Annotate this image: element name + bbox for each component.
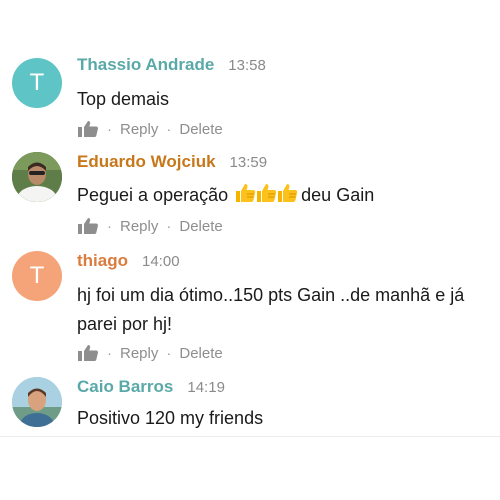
comment-actions: · Reply · Delete — [77, 343, 223, 363]
delete-button[interactable]: Delete — [179, 121, 222, 138]
comment-actions: · Reply · Delete — [77, 216, 223, 236]
reply-button[interactable]: Reply — [120, 345, 158, 362]
like-icon[interactable] — [77, 344, 99, 362]
comment-header: Caio Barros 14:19 — [77, 377, 225, 397]
timestamp: 14:00 — [142, 253, 180, 270]
comment-text: Top demais — [77, 89, 170, 109]
thumbs-up-icon — [278, 184, 298, 202]
comment-actions: · Reply · Delete — [77, 119, 223, 139]
comment-list: T Thassio Andrade 13:58 Top demais · Repl… — [0, 0, 500, 500]
like-icon[interactable] — [77, 217, 99, 235]
comment-text: hj foi um dia ótimo..150 pts Gain ..de m… — [77, 285, 465, 334]
comment-text-after: deu Gain — [301, 185, 375, 205]
separator-dot: · — [166, 120, 172, 138]
reply-button[interactable]: Reply — [120, 218, 158, 235]
author-name[interactable]: Eduardo Wojciuk — [77, 152, 216, 171]
like-icon[interactable] — [77, 120, 99, 138]
delete-button[interactable]: Delete — [179, 345, 222, 362]
separator-dot: · — [107, 120, 112, 138]
author-name[interactable]: Caio Barros — [77, 377, 173, 396]
separator-dot: · — [166, 344, 172, 362]
delete-button[interactable]: Delete — [179, 218, 222, 235]
emoji-group — [233, 184, 301, 205]
separator-dot: · — [107, 344, 112, 362]
avatar-letter: T — [29, 262, 45, 289]
avatar[interactable]: T — [12, 58, 62, 108]
avatar-letter: T — [29, 69, 45, 96]
author-name[interactable]: thiago — [77, 251, 128, 270]
reply-button[interactable]: Reply — [120, 121, 158, 138]
comment-header: Thassio Andrade 13:58 — [77, 55, 266, 75]
avatar-photo — [12, 377, 62, 427]
comment-header: thiago 14:00 — [77, 251, 180, 271]
author-name[interactable]: Thassio Andrade — [77, 55, 214, 74]
avatar-photo — [12, 152, 62, 202]
timestamp: 14:19 — [187, 379, 225, 396]
comment-header: Eduardo Wojciuk 13:59 — [77, 152, 267, 172]
comment-text-before: Peguei a operação — [77, 185, 229, 205]
comment-text: Peguei a operação deu Gain — [77, 181, 487, 210]
avatar[interactable] — [12, 377, 62, 427]
timestamp: 13:58 — [228, 57, 266, 74]
separator-dot: · — [166, 217, 172, 235]
avatar[interactable] — [12, 152, 62, 202]
divider — [0, 436, 500, 437]
avatar[interactable]: T — [12, 251, 62, 301]
timestamp: 13:59 — [229, 154, 268, 171]
separator-dot: · — [107, 217, 112, 235]
comment-text: Positivo 120 my friends — [77, 408, 264, 428]
